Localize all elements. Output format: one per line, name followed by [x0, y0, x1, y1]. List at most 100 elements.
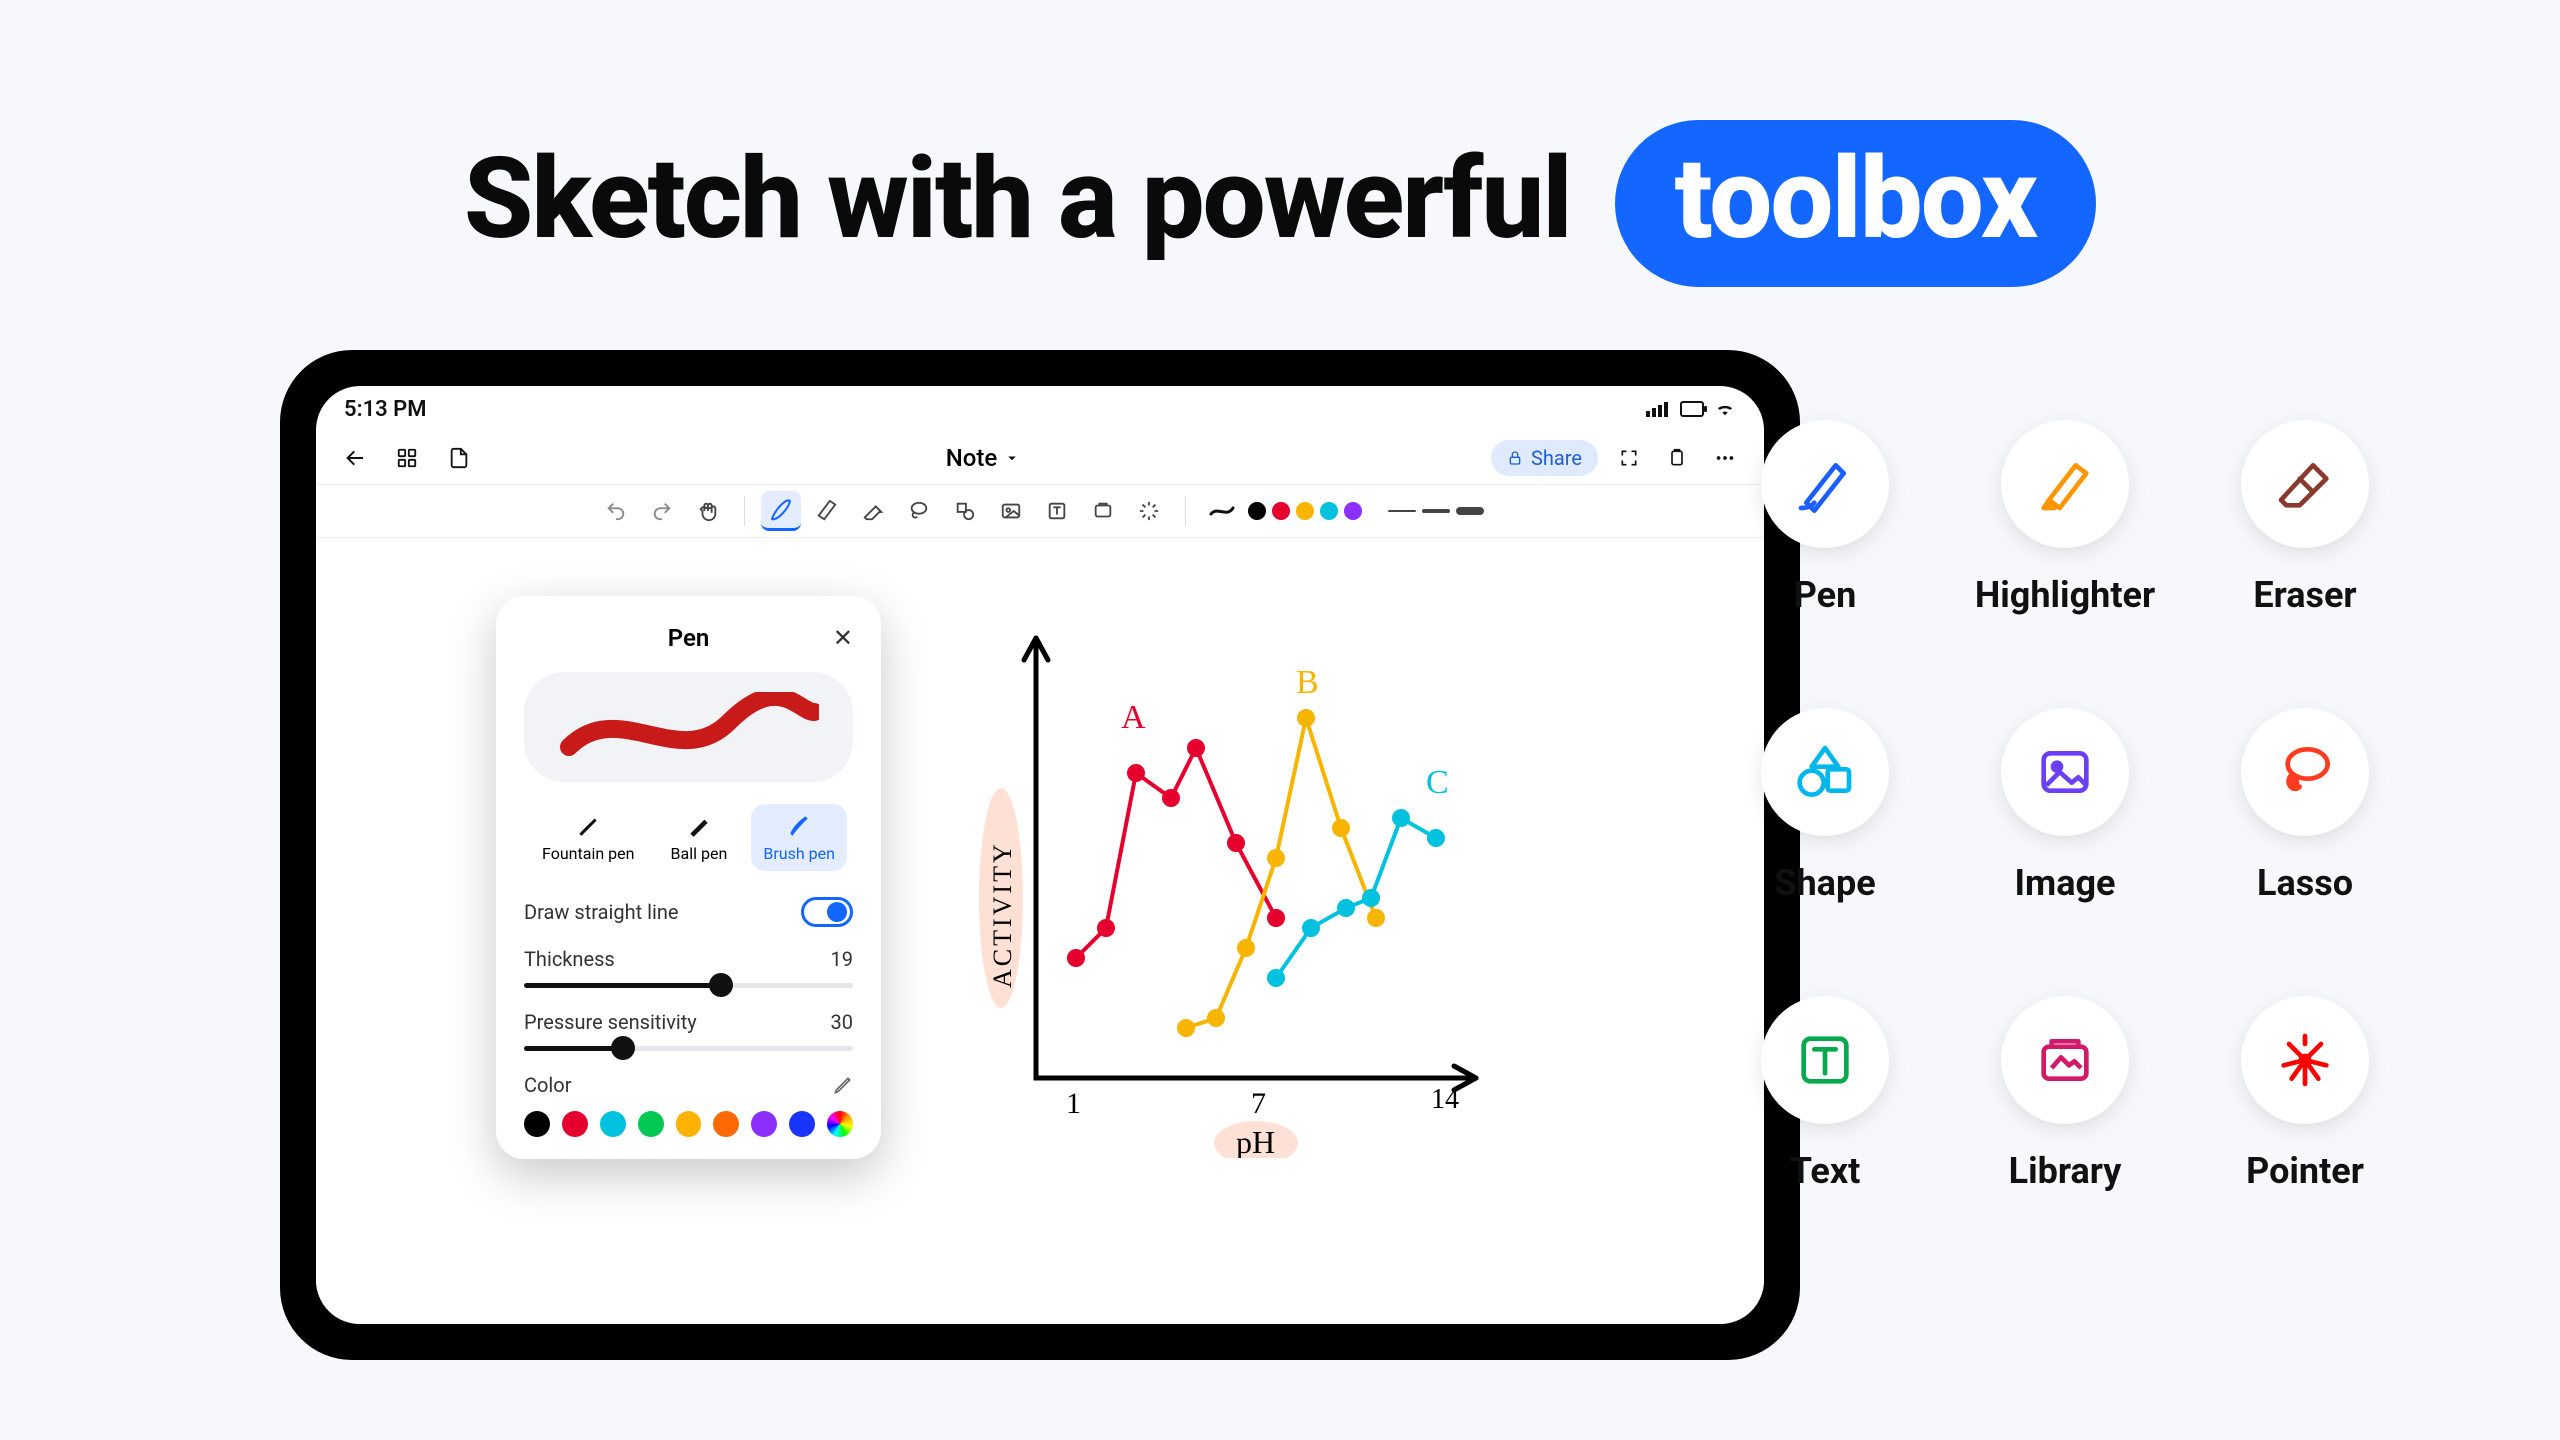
document-button[interactable]: [442, 441, 476, 475]
eraser-tool-button[interactable]: [853, 491, 893, 531]
stroke-thin-button[interactable]: [1388, 510, 1416, 512]
color-swatch-purple[interactable]: [1344, 502, 1362, 520]
sketch-chart: 1 7 14 pH ACTIVITY A: [956, 598, 1556, 1158]
document-title-dropdown[interactable]: Note: [490, 444, 1477, 472]
redo-button[interactable]: [642, 491, 682, 531]
lock-icon: [1507, 450, 1523, 466]
swatch-red[interactable]: [562, 1111, 588, 1137]
draw-straight-label: Draw straight line: [524, 900, 679, 924]
edit-colors-icon[interactable]: [833, 1075, 853, 1095]
stroke-preview: [524, 672, 853, 782]
color-swatch-cyan[interactable]: [1320, 502, 1338, 520]
image-icon: [2033, 740, 2097, 804]
swatch-blue[interactable]: [789, 1111, 815, 1137]
tablet-frame: 5:13 PM Note: [280, 350, 1800, 1360]
tool-highlighter[interactable]: Highlighter: [1950, 420, 2180, 690]
color-swatches: [524, 1111, 853, 1137]
app-header: Note Share: [316, 432, 1764, 484]
tool-library[interactable]: Library: [1950, 996, 2180, 1266]
color-label: Color: [524, 1073, 571, 1097]
library-tool-button[interactable]: [1083, 491, 1123, 531]
pen-type-ball[interactable]: Ball pen: [659, 804, 740, 871]
lasso-icon: [2273, 740, 2337, 804]
swatch-black[interactable]: [524, 1111, 550, 1137]
tool-image[interactable]: Image: [1950, 708, 2180, 978]
pen-popup-title: Pen: [668, 624, 710, 652]
headline-pill: toolbox: [1615, 120, 2097, 287]
pen-tool-button[interactable]: [761, 491, 801, 531]
signal-icon: [1646, 401, 1670, 417]
hand-tool-button[interactable]: [688, 491, 728, 531]
svg-text:pH: pH: [1236, 1124, 1275, 1158]
svg-text:7: 7: [1251, 1087, 1266, 1120]
swatch-cyan[interactable]: [600, 1111, 626, 1137]
color-swatch-yellow[interactable]: [1296, 502, 1314, 520]
swatch-amber[interactable]: [676, 1111, 702, 1137]
image-tool-button[interactable]: [991, 491, 1031, 531]
tablet-screen: 5:13 PM Note: [316, 386, 1764, 1324]
close-button[interactable]: ✕: [833, 624, 853, 652]
pointer-tool-button[interactable]: [1129, 491, 1169, 531]
status-bar: 5:13 PM: [316, 386, 1764, 432]
status-icons: [1646, 401, 1736, 417]
swatch-orange[interactable]: [713, 1111, 739, 1137]
document-title: Note: [946, 444, 998, 472]
tool-pointer[interactable]: Pointer: [2190, 996, 2420, 1266]
pressure-value: 30: [831, 1010, 853, 1034]
headline: Sketch with a powerful toolbox: [0, 120, 2560, 287]
draw-straight-toggle[interactable]: [801, 897, 853, 927]
pen-type-brush[interactable]: Brush pen: [751, 804, 847, 871]
swatch-purple[interactable]: [751, 1111, 777, 1137]
tool-pen[interactable]: Pen: [1710, 420, 1940, 690]
stroke-thick-button[interactable]: [1456, 507, 1484, 515]
stroke-style-button[interactable]: [1202, 491, 1242, 531]
tool-lasso[interactable]: Lasso: [2190, 708, 2420, 978]
share-label: Share: [1531, 446, 1582, 470]
share-button[interactable]: Share: [1491, 440, 1598, 476]
color-swatch-red[interactable]: [1272, 502, 1290, 520]
svg-text:14: 14: [1431, 1084, 1459, 1115]
thickness-slider[interactable]: [524, 983, 853, 988]
swatch-custom[interactable]: [827, 1111, 853, 1137]
back-button[interactable]: [338, 441, 372, 475]
pen-settings-popup: Pen ✕ Fountain pen Ball pen Brush pen: [496, 596, 881, 1159]
svg-text:1: 1: [1066, 1087, 1081, 1120]
tool-text[interactable]: Text: [1710, 996, 1940, 1266]
tools-grid: Pen Highlighter Eraser Shape Image Lasso…: [1710, 420, 2420, 1266]
pen-type-fountain[interactable]: Fountain pen: [530, 804, 646, 871]
status-time: 5:13 PM: [344, 397, 427, 422]
headline-main: Sketch with a powerful: [464, 134, 1571, 265]
highlighter-tool-button[interactable]: [807, 491, 847, 531]
svg-text:ACTIVITY: ACTIVITY: [988, 841, 1017, 988]
swatch-green[interactable]: [638, 1111, 664, 1137]
wifi-icon: [1714, 401, 1736, 417]
pressure-slider[interactable]: [524, 1046, 853, 1051]
highlighter-icon: [2033, 452, 2097, 516]
pointer-icon: [2273, 1028, 2337, 1092]
svg-text:B: B: [1296, 664, 1319, 701]
lasso-tool-button[interactable]: [899, 491, 939, 531]
chevron-down-icon: [1003, 449, 1021, 467]
battery-icon: [1680, 401, 1704, 417]
fullscreen-button[interactable]: [1612, 441, 1646, 475]
eraser-icon: [2273, 452, 2337, 516]
pressure-label: Pressure sensitivity: [524, 1010, 697, 1034]
shape-tool-button[interactable]: [945, 491, 985, 531]
pen-icon: [1793, 452, 1857, 516]
svg-text:A: A: [1121, 699, 1146, 736]
text-icon: [1793, 1028, 1857, 1092]
thickness-label: Thickness: [524, 947, 615, 971]
color-swatch-black[interactable]: [1248, 502, 1266, 520]
undo-button[interactable]: [596, 491, 636, 531]
toolbar: [316, 484, 1764, 538]
library-icon: [2033, 1028, 2097, 1092]
svg-text:C: C: [1426, 764, 1449, 801]
clipboard-button[interactable]: [1660, 441, 1694, 475]
tool-eraser[interactable]: Eraser: [2190, 420, 2420, 690]
text-tool-button[interactable]: [1037, 491, 1077, 531]
grid-view-button[interactable]: [390, 441, 424, 475]
tool-shape[interactable]: Shape: [1710, 708, 1940, 978]
shape-icon: [1793, 740, 1857, 804]
thickness-value: 19: [831, 947, 853, 971]
stroke-medium-button[interactable]: [1422, 509, 1450, 513]
